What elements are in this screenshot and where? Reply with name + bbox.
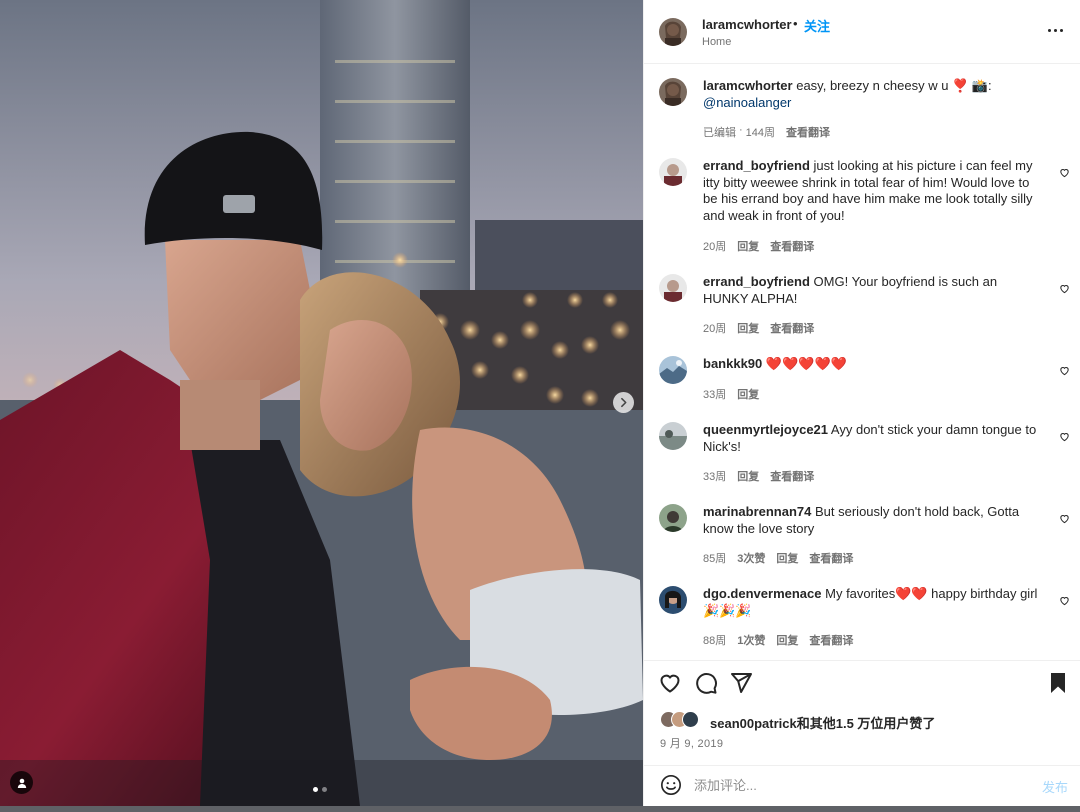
likers-avatars[interactable]: [660, 711, 699, 728]
comment-username[interactable]: queenmyrtlejoyce21: [703, 422, 828, 437]
comment-time[interactable]: 85周: [703, 550, 726, 566]
caption-body: easy, breezy n cheesy w u ❣️ 📸:: [796, 78, 992, 93]
comment-meta: 33周 回复 查看翻译: [703, 468, 814, 484]
reply-link[interactable]: 回复: [737, 320, 759, 336]
bookmark-filled-icon[interactable]: [1046, 671, 1070, 695]
commenter-avatar[interactable]: [659, 504, 687, 532]
heart-outline-icon[interactable]: [1059, 513, 1070, 524]
post-photo[interactable]: [0, 0, 643, 806]
follow-button[interactable]: 关注: [804, 16, 830, 35]
carousel-dot: [322, 787, 327, 792]
comment-text: marinabrennan74 But seriously don't hold…: [703, 504, 1038, 537]
carousel-next-button[interactable]: [613, 392, 634, 413]
reply-link[interactable]: 回复: [737, 468, 759, 484]
translate-link[interactable]: 查看翻译: [770, 320, 814, 336]
heart-outline-icon[interactable]: [1059, 283, 1070, 294]
chevron-right-icon: [621, 397, 627, 408]
smiley-icon[interactable]: [660, 774, 682, 796]
comment-likes[interactable]: 1次赞: [737, 632, 765, 648]
translate-link[interactable]: 查看翻译: [786, 124, 830, 140]
reply-link[interactable]: 回复: [737, 238, 759, 254]
commenter-avatar[interactable]: [659, 274, 687, 302]
author-avatar[interactable]: [659, 18, 687, 46]
comment-username[interactable]: marinabrennan74: [703, 504, 811, 519]
post-location[interactable]: Home: [702, 36, 731, 48]
post-date[interactable]: 9 月 9, 2019: [660, 735, 723, 751]
photo-image: [0, 0, 643, 806]
comment-meta: 20周 回复 查看翻译: [703, 320, 814, 336]
comment-bubble-icon[interactable]: [694, 671, 718, 695]
comment-meta: 20周 回复 查看翻译: [703, 238, 814, 254]
comment-likes[interactable]: 3次赞: [737, 550, 765, 566]
comment-meta: 88周 1次赞 回复 查看翻译: [703, 632, 853, 648]
comment-time[interactable]: 20周: [703, 320, 726, 336]
reply-link[interactable]: 回复: [776, 632, 798, 648]
heart-outline-icon[interactable]: [1059, 595, 1070, 606]
commenter-avatar[interactable]: [659, 356, 687, 384]
comment-text: dgo.denvermenace My favorites❤️❤️ happy …: [703, 586, 1038, 619]
meta-dot: ·: [739, 124, 743, 136]
post-header: laramcwhorter • 关注 Home: [644, 0, 1080, 64]
post-comment-button[interactable]: 发布: [1042, 777, 1068, 796]
carousel-indicator: [313, 787, 327, 792]
comments-list[interactable]: laramcwhorter easy, breezy n cheesy w u …: [644, 64, 1080, 660]
heart-outline-icon[interactable]: [658, 671, 682, 695]
comment-text: errand_boyfriend just looking at his pic…: [703, 158, 1038, 224]
comment-input[interactable]: [694, 772, 1024, 798]
comment-time[interactable]: 33周: [703, 468, 726, 484]
caption-text: laramcwhorter easy, breezy n cheesy w u …: [703, 78, 1038, 111]
likes-count[interactable]: sean00patrick和其他1.5 万位用户赞了: [710, 713, 935, 732]
comment-username[interactable]: bankkk90: [703, 356, 762, 371]
paper-plane-icon[interactable]: [729, 671, 753, 695]
translate-link[interactable]: 查看翻译: [770, 468, 814, 484]
comment-body: ❤️❤️❤️❤️❤️: [765, 356, 847, 371]
caption-meta: 已编辑 · 144周 查看翻译: [703, 124, 830, 140]
caption-time[interactable]: 144周: [746, 124, 775, 140]
tagged-users-button[interactable]: [10, 771, 33, 794]
edited-label: 已编辑: [703, 127, 736, 139]
heart-outline-icon[interactable]: [1059, 431, 1070, 442]
comment-username[interactable]: dgo.denvermenace: [703, 586, 822, 601]
reply-link[interactable]: 回复: [737, 386, 759, 402]
translate-link[interactable]: 查看翻译: [770, 238, 814, 254]
post-actions: sean00patrick和其他1.5 万位用户赞了 9 月 9, 2019: [644, 660, 1080, 765]
window-bottom-edge: [0, 806, 1080, 812]
caption-mention[interactable]: @nainoalanger: [703, 95, 791, 110]
comment-time[interactable]: 20周: [703, 238, 726, 254]
header-separator: •: [793, 16, 798, 31]
comment-meta: 85周 3次赞 回复 查看翻译: [703, 550, 853, 566]
commenter-avatar[interactable]: [659, 158, 687, 186]
reply-link[interactable]: 回复: [776, 550, 798, 566]
comment-text: bankkk90 ❤️❤️❤️❤️❤️: [703, 356, 1038, 373]
more-options-icon[interactable]: [1048, 29, 1063, 32]
translate-link[interactable]: 查看翻译: [809, 550, 853, 566]
comment-meta: 33周 回复: [703, 386, 759, 402]
commenter-avatar[interactable]: [659, 422, 687, 450]
carousel-dot-active: [313, 787, 318, 792]
heart-outline-icon[interactable]: [1059, 365, 1070, 376]
post-side-panel: laramcwhorter • 关注 Home laramcwhorter ea…: [643, 0, 1080, 806]
translate-link[interactable]: 查看翻译: [809, 632, 853, 648]
comment-text: queenmyrtlejoyce21 Ayy don't stick your …: [703, 422, 1038, 455]
heart-outline-icon[interactable]: [1059, 167, 1070, 178]
comment-time[interactable]: 88周: [703, 632, 726, 648]
liker-avatar: [682, 711, 699, 728]
comment-text: errand_boyfriend OMG! Your boyfriend is …: [703, 274, 1038, 307]
author-username[interactable]: laramcwhorter: [702, 17, 792, 32]
comment-username[interactable]: errand_boyfriend: [703, 274, 810, 289]
caption-username[interactable]: laramcwhorter: [703, 78, 793, 93]
commenter-avatar[interactable]: [659, 586, 687, 614]
comment-time[interactable]: 33周: [703, 386, 726, 402]
add-comment-bar: 发布: [644, 765, 1080, 806]
user-silhouette-icon: [17, 778, 26, 788]
comment-username[interactable]: errand_boyfriend: [703, 158, 810, 173]
author-avatar[interactable]: [659, 78, 687, 106]
